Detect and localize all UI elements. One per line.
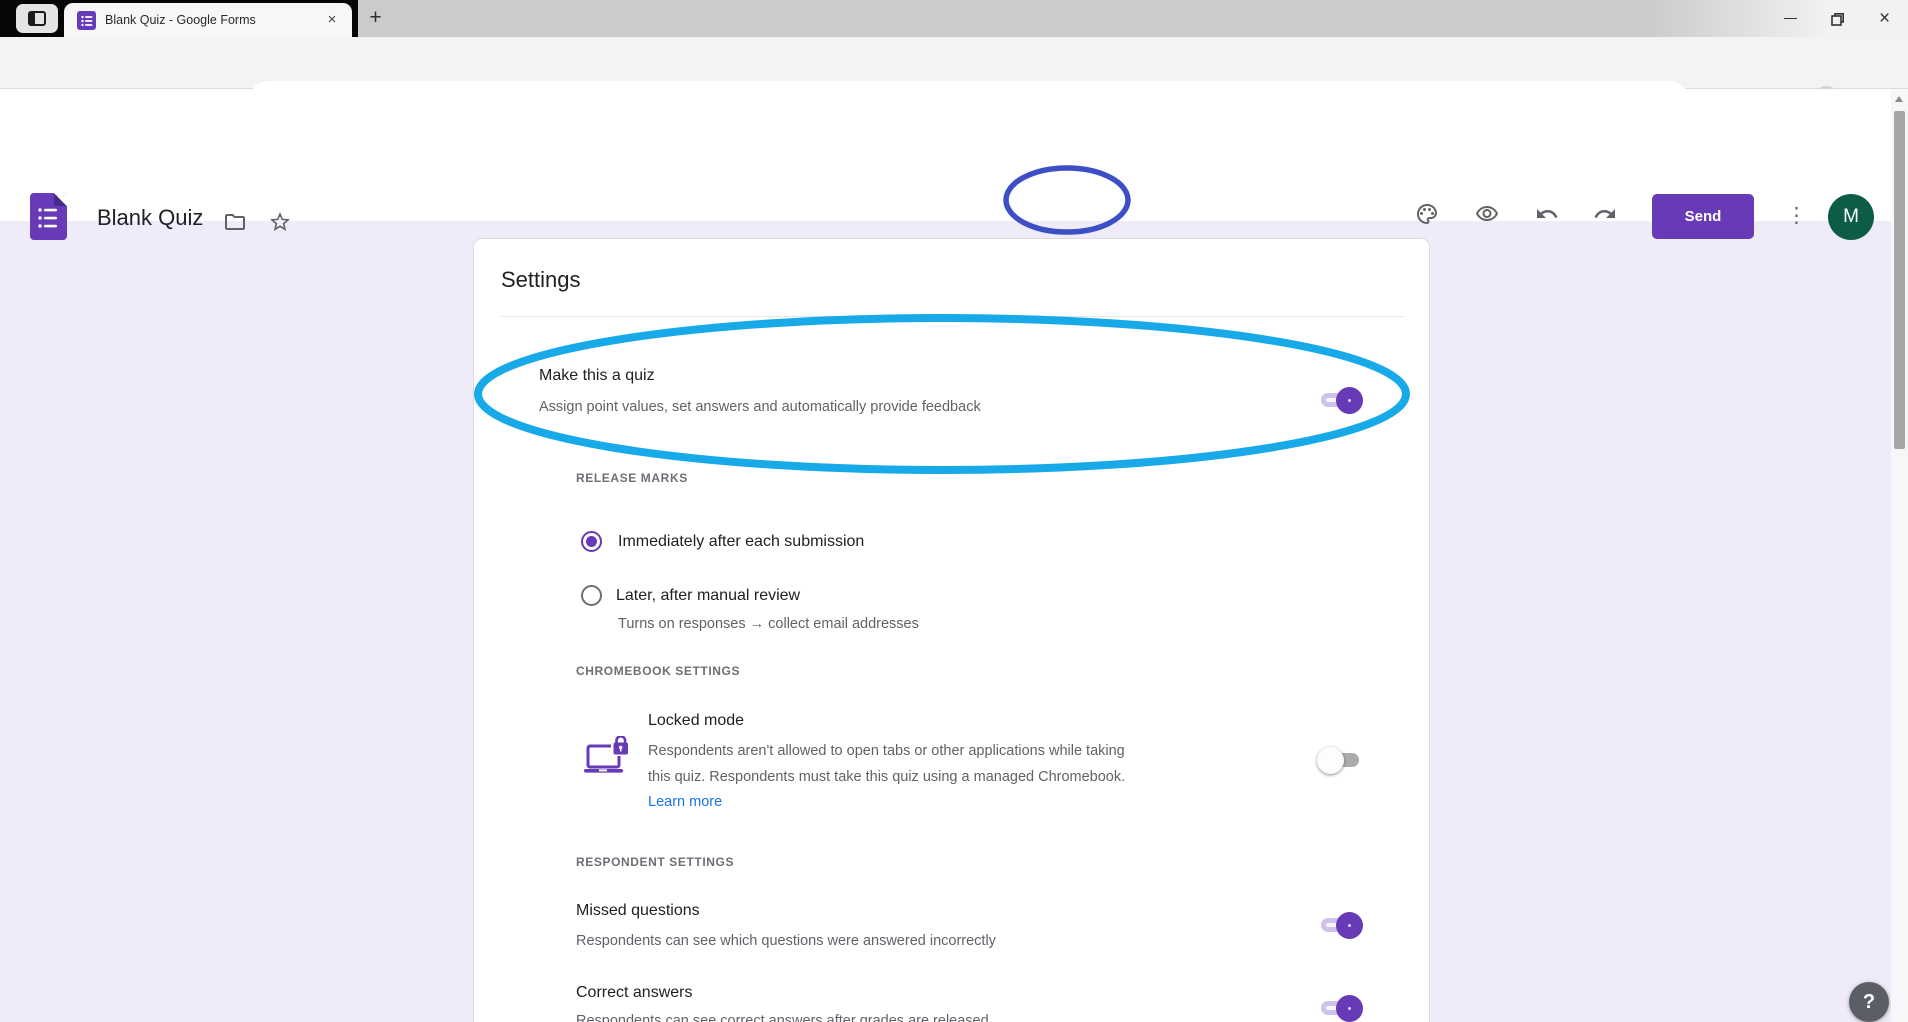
window-close-button[interactable]: × bbox=[1861, 0, 1908, 37]
scrollbar-thumb[interactable] bbox=[1894, 111, 1905, 449]
workspaces-icon bbox=[28, 11, 46, 26]
minimize-icon bbox=[1784, 18, 1797, 19]
tab-title: Blank Quiz - Google Forms bbox=[105, 13, 322, 27]
divider bbox=[501, 316, 1404, 317]
radio-later-sublabel: Turns on responses → collect email addre… bbox=[618, 616, 919, 632]
locked-mode-toggle[interactable] bbox=[1321, 753, 1359, 767]
locked-mode-description-text: Respondents aren't allowed to open tabs … bbox=[648, 743, 1125, 785]
locked-mode-description: Respondents aren't allowed to open tabs … bbox=[648, 739, 1126, 816]
correct-answers-title: Correct answers bbox=[576, 984, 692, 1002]
move-to-folder-icon[interactable] bbox=[223, 210, 247, 234]
locked-mode-title: Locked mode bbox=[648, 712, 744, 730]
chromebook-settings-header: CHROMEBOOK SETTINGS bbox=[576, 664, 740, 678]
tab-close-icon[interactable]: × bbox=[322, 10, 342, 30]
forms-header-band: Blank Quiz Send ⋮ M Questions Responses … bbox=[0, 89, 1908, 221]
window-minimize-button[interactable] bbox=[1767, 0, 1814, 37]
toggle-knob bbox=[1336, 387, 1363, 414]
radio-immediately[interactable] bbox=[581, 531, 602, 552]
toggle-knob bbox=[1336, 995, 1363, 1022]
logo-fold bbox=[54, 193, 67, 206]
help-button[interactable]: ? bbox=[1849, 982, 1889, 1022]
toggle-knob bbox=[1317, 747, 1344, 774]
missed-questions-title: Missed questions bbox=[576, 902, 700, 920]
tab-workspaces-button[interactable] bbox=[16, 4, 58, 33]
radio-immediately-label[interactable]: Immediately after each submission bbox=[618, 533, 864, 551]
correct-answers-description: Respondents can see correct answers afte… bbox=[576, 1013, 989, 1022]
correct-answers-toggle[interactable] bbox=[1321, 1001, 1359, 1015]
browser-tab[interactable]: Blank Quiz - Google Forms × bbox=[64, 3, 352, 37]
quiz-toggle-title: Make this a quiz bbox=[539, 367, 655, 385]
undo-icon[interactable] bbox=[1535, 202, 1559, 226]
browser-toolbar: https://docs.google.com/forms/d/1OKCFcL-… bbox=[0, 37, 1908, 89]
browser-tab-strip: Blank Quiz - Google Forms × + × bbox=[0, 0, 1908, 37]
release-marks-header: RELEASE MARKS bbox=[576, 471, 688, 485]
restore-icon bbox=[1831, 12, 1845, 26]
vertical-scrollbar[interactable] bbox=[1891, 89, 1908, 1022]
window-controls: × bbox=[1767, 0, 1908, 37]
browser-window: Blank Quiz - Google Forms × + × bbox=[0, 0, 1908, 1022]
redo-icon[interactable] bbox=[1593, 202, 1617, 226]
locked-mode-laptop-lock-icon bbox=[584, 736, 632, 778]
theme-palette-icon[interactable] bbox=[1415, 202, 1439, 226]
missed-questions-toggle[interactable] bbox=[1321, 918, 1359, 932]
close-icon: × bbox=[1879, 8, 1890, 30]
forms-more-options-icon[interactable]: ⋮ bbox=[1786, 201, 1807, 231]
settings-heading: Settings bbox=[501, 267, 581, 293]
preview-eye-icon[interactable] bbox=[1475, 202, 1499, 226]
window-restore-button[interactable] bbox=[1814, 0, 1861, 37]
quiz-toggle-description: Assign point values, set answers and aut… bbox=[539, 399, 981, 415]
learn-more-link[interactable]: Learn more bbox=[648, 794, 722, 810]
account-avatar[interactable]: M bbox=[1828, 194, 1874, 240]
google-forms-logo-icon[interactable] bbox=[30, 193, 67, 240]
toggle-knob bbox=[1336, 912, 1363, 939]
new-tab-button[interactable]: + bbox=[362, 5, 389, 32]
respondent-settings-header: RESPONDENT SETTINGS bbox=[576, 855, 734, 869]
radio-later-label[interactable]: Later, after manual review bbox=[616, 587, 800, 605]
settings-card: Settings Make this a quiz Assign point v… bbox=[473, 238, 1430, 1022]
document-title[interactable]: Blank Quiz bbox=[97, 205, 203, 231]
missed-questions-description: Respondents can see which questions were… bbox=[576, 933, 996, 949]
radio-later[interactable] bbox=[581, 585, 602, 606]
quiz-toggle[interactable] bbox=[1321, 393, 1359, 407]
star-form-icon[interactable] bbox=[268, 210, 292, 234]
scrollbar-up-arrow-icon[interactable] bbox=[1895, 96, 1903, 102]
send-button[interactable]: Send bbox=[1652, 194, 1754, 239]
google-forms-favicon-icon bbox=[77, 11, 96, 30]
